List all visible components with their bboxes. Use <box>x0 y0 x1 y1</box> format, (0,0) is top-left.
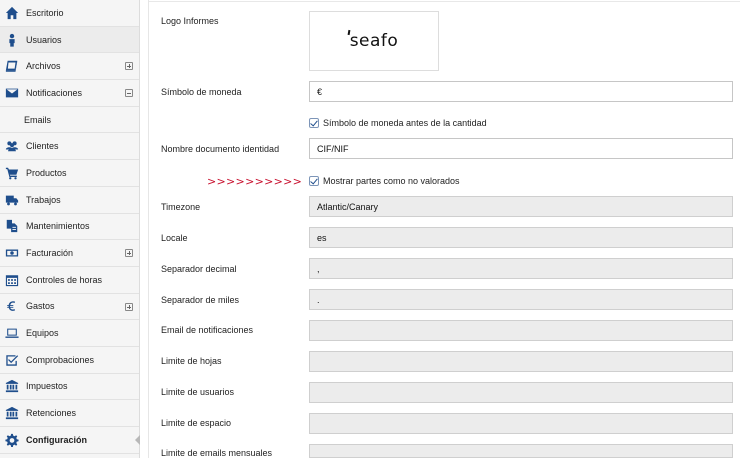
calendar-icon <box>0 267 24 293</box>
sidebar-item-label: Archivos <box>26 61 61 72</box>
sidebar-item-label: Productos <box>26 167 67 178</box>
sidebar-item-label: Mantenimientos <box>26 221 90 232</box>
sidebar-item-label: Usuarios <box>26 34 62 45</box>
sidebar-item-archivos[interactable]: Archivos <box>0 53 139 81</box>
currency-label: Símbolo de moneda <box>161 87 242 97</box>
users-icon <box>0 133 24 159</box>
sidebar-item-configuracion[interactable]: Configuración <box>0 427 140 454</box>
sidebar: Escritorio Usuarios Archivos Notificacio… <box>0 0 140 458</box>
cart-icon <box>0 160 24 186</box>
sidebar-item-label: Clientes <box>26 141 59 152</box>
email-limit-label: Limite de emails mensuales <box>161 448 273 458</box>
sidebar-item-label: Emails <box>24 114 52 125</box>
logo-text: seafo <box>349 31 399 51</box>
sidebar-item-equipos[interactable]: Equipos <box>0 320 139 347</box>
book-icon <box>0 53 24 79</box>
currency-before-checkbox[interactable] <box>309 118 319 128</box>
notif-email-label: Email de notificaciones <box>161 325 254 335</box>
truck-icon <box>0 187 24 213</box>
sidebar-item-label: Trabajos <box>26 194 61 205</box>
space-limit-input[interactable] <box>309 413 733 434</box>
user-limit-input[interactable] <box>309 382 733 403</box>
sidebar-item-escritorio[interactable]: Escritorio <box>0 0 139 27</box>
sheet-limit-label: Limite de hojas <box>161 356 222 366</box>
show-unvalued-checkbox[interactable] <box>309 176 319 186</box>
euro-icon <box>0 293 24 319</box>
timezone-input[interactable]: Atlantic/Canary <box>309 196 733 217</box>
notif-email-input[interactable] <box>309 320 733 341</box>
sidebar-item-label: Facturación <box>26 248 74 259</box>
documents-icon <box>0 213 24 239</box>
divider <box>149 1 740 2</box>
timezone-label: Timezone <box>161 202 201 212</box>
sidebar-item-label: Gastos <box>26 301 55 312</box>
currency-before-row: Símbolo de moneda antes de la cantidad <box>309 118 487 128</box>
sidebar-item-label: Controles de horas <box>26 274 103 285</box>
expand-icon[interactable] <box>125 62 133 71</box>
expand-icon[interactable] <box>125 302 133 311</box>
sheet-limit-input[interactable] <box>309 351 733 372</box>
thousands-sep-input[interactable]: . <box>309 289 733 310</box>
id-doc-label: Nombre documento identidad <box>161 144 280 154</box>
laptop-icon <box>0 320 24 346</box>
decimal-sep-label: Separador decimal <box>161 264 237 274</box>
gear-icon <box>0 427 24 453</box>
sidebar-item-trabajos[interactable]: Trabajos <box>0 187 139 214</box>
sidebar-item-clientes[interactable]: Clientes <box>0 133 139 161</box>
collapse-icon[interactable] <box>125 89 133 98</box>
email-limit-input[interactable] <box>309 444 733 458</box>
decimal-sep-input[interactable]: , <box>309 258 733 279</box>
currency-input[interactable]: € <box>309 81 733 102</box>
show-unvalued-row: Mostrar partes como no valorados <box>309 176 460 186</box>
sidebar-item-controles-horas[interactable]: Controles de horas <box>0 267 139 294</box>
sidebar-item-label: Comprobaciones <box>26 354 95 365</box>
settings-form: Logo Informes seafo Símbolo de moneda € … <box>148 0 740 458</box>
envelope-icon <box>0 80 24 106</box>
currency-before-label: Símbolo de moneda antes de la cantidad <box>323 118 487 128</box>
space-limit-label: Limite de espacio <box>161 418 232 428</box>
sidebar-item-retenciones[interactable]: Retenciones <box>0 400 139 427</box>
sidebar-item-emails[interactable]: Emails <box>0 106 139 134</box>
sidebar-item-label: Escritorio <box>26 7 64 18</box>
sidebar-item-label: Retenciones <box>26 408 77 419</box>
sidebar-item-mantenimientos[interactable]: Mantenimientos <box>0 214 139 241</box>
logo-label: Logo Informes <box>161 16 219 26</box>
expand-icon[interactable] <box>125 249 133 258</box>
thousands-sep-label: Separador de miles <box>161 295 240 305</box>
locale-input[interactable]: es <box>309 227 733 248</box>
bank-icon <box>0 373 24 399</box>
sidebar-collapse-arrow-icon[interactable] <box>135 435 140 445</box>
sidebar-item-notificaciones[interactable]: Notificaciones <box>0 80 139 107</box>
annotation-arrows: >>>>>>>>>> <box>207 175 303 188</box>
locale-label: Locale <box>161 233 188 243</box>
sidebar-item-comprobaciones[interactable]: Comprobaciones <box>0 347 139 374</box>
sidebar-item-facturacion[interactable]: Facturación <box>0 240 139 267</box>
home-icon <box>0 0 24 26</box>
logo-preview[interactable]: seafo <box>309 11 439 71</box>
bank-icon <box>0 400 24 426</box>
checkbox-icon <box>0 347 24 373</box>
show-unvalued-label: Mostrar partes como no valorados <box>323 176 460 186</box>
sidebar-item-productos[interactable]: Productos <box>0 160 139 187</box>
sidebar-item-usuarios[interactable]: Usuarios <box>0 26 139 54</box>
user-limit-label: Limite de usuarios <box>161 387 235 397</box>
sidebar-item-label: Configuración <box>26 434 87 445</box>
sidebar-item-gastos[interactable]: Gastos <box>0 294 139 321</box>
money-icon <box>0 240 24 266</box>
sidebar-item-label: Notificaciones <box>26 87 83 98</box>
sidebar-item-impuestos[interactable]: Impuestos <box>0 374 139 401</box>
sidebar-item-label: Equipos <box>26 328 59 339</box>
id-doc-input[interactable]: CIF/NIF <box>309 138 733 159</box>
user-icon <box>0 27 24 53</box>
sidebar-item-label: Impuestos <box>26 381 68 392</box>
